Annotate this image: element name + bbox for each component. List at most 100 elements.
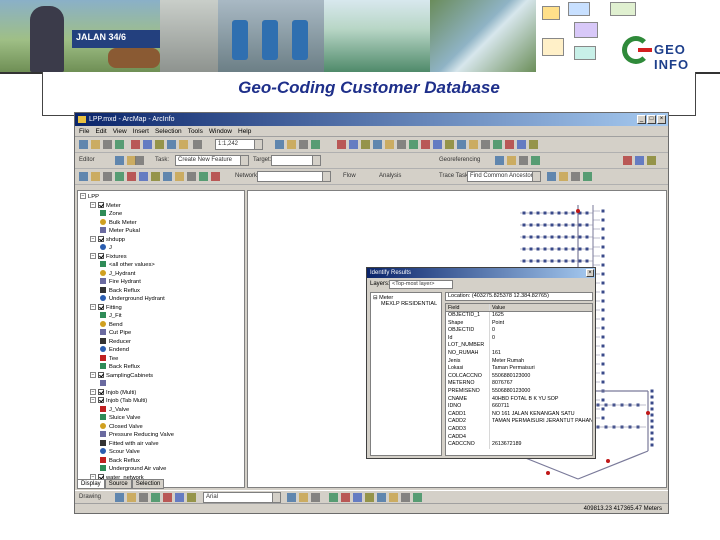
meter-point[interactable]: [585, 259, 589, 263]
editor-menu[interactable]: Editor: [79, 157, 95, 163]
meter-point[interactable]: [578, 247, 582, 251]
meter-point[interactable]: [601, 416, 605, 420]
legend-item[interactable]: Reducer: [100, 337, 131, 346]
tool-icon[interactable]: [163, 172, 172, 181]
meter-point[interactable]: [650, 431, 654, 435]
tool-icon[interactable]: [457, 140, 466, 149]
attribute-row[interactable]: COLCACCNO 5506880123000: [446, 372, 592, 381]
meter-point[interactable]: [601, 236, 605, 240]
meter-point[interactable]: [601, 254, 605, 258]
meter-point[interactable]: [601, 344, 605, 348]
valve-marker[interactable]: [576, 209, 580, 213]
meter-point[interactable]: [543, 223, 547, 227]
legend-item[interactable]: Scour Valve: [100, 448, 140, 456]
tool-icon[interactable]: [199, 172, 208, 181]
tool-icon[interactable]: [517, 140, 526, 149]
tool-icon[interactable]: [493, 140, 502, 149]
tool-icon[interactable]: [433, 140, 442, 149]
meter-point[interactable]: [571, 211, 575, 215]
meter-point[interactable]: [650, 419, 654, 423]
meter-point[interactable]: [601, 263, 605, 267]
meter-point[interactable]: [529, 247, 533, 251]
menu-item[interactable]: Help: [238, 126, 251, 136]
tool-icon[interactable]: [349, 140, 358, 149]
tool-icon[interactable]: [469, 140, 478, 149]
trace-task-combo[interactable]: Find Common Ancestors: [467, 171, 541, 182]
tool-icon[interactable]: [495, 156, 504, 165]
meter-point[interactable]: [543, 247, 547, 251]
tree-child-item[interactable]: MEXLP RESIDENTIAL: [373, 301, 439, 307]
menu-item[interactable]: Insert: [133, 126, 149, 136]
meter-point[interactable]: [650, 395, 654, 399]
map-view[interactable]: Identify Results × Layers: <Top-most lay…: [247, 190, 667, 488]
layer-checkbox[interactable]: [98, 235, 104, 242]
meter-point[interactable]: [601, 272, 605, 276]
legend-item[interactable]: J: [100, 244, 112, 252]
meter-point[interactable]: [650, 443, 654, 447]
identify-close-button[interactable]: ×: [586, 269, 594, 277]
meter-point[interactable]: [550, 235, 554, 239]
tool-icon[interactable]: [127, 172, 136, 181]
layer-checkbox[interactable]: [98, 371, 104, 378]
menu-item[interactable]: Tools: [188, 126, 203, 136]
meter-point[interactable]: [585, 235, 589, 239]
expand-icon[interactable]: −: [90, 252, 96, 259]
tool-icon[interactable]: [531, 156, 540, 165]
meter-point[interactable]: [529, 211, 533, 215]
meter-point[interactable]: [601, 335, 605, 339]
meter-point[interactable]: [601, 299, 605, 303]
valve-marker[interactable]: [646, 411, 650, 415]
legend-item[interactable]: Closed Valve: [100, 422, 143, 431]
tool-icon[interactable]: [175, 172, 184, 181]
tool-icon[interactable]: [401, 493, 410, 502]
layer-item[interactable]: − Injob (Multi): [90, 388, 136, 397]
attribute-row[interactable]: Jenis Meter Rumah: [446, 357, 592, 366]
minimize-button[interactable]: _: [637, 115, 646, 124]
tool-icon[interactable]: [361, 140, 370, 149]
valve-marker[interactable]: [606, 459, 610, 463]
meter-point[interactable]: [564, 247, 568, 251]
legend-item[interactable]: Fire Hydrant: [100, 278, 141, 286]
layer-item[interactable]: − Fitting: [90, 303, 122, 312]
tool-icon[interactable]: [131, 140, 140, 149]
meter-point[interactable]: [585, 247, 589, 251]
expand-icon[interactable]: −: [90, 371, 96, 378]
meter-point[interactable]: [601, 218, 605, 222]
meter-point[interactable]: [557, 247, 561, 251]
tool-icon[interactable]: [505, 140, 514, 149]
meter-point[interactable]: [536, 211, 540, 215]
attribute-row[interactable]: IDNO 660711: [446, 403, 592, 411]
attribute-row[interactable]: Shape Point: [446, 319, 592, 328]
tool-icon[interactable]: [287, 493, 296, 502]
attribute-row[interactable]: CADCCNO 2613672189: [446, 441, 592, 449]
attribute-row[interactable]: OBJECTID_1 1625: [446, 312, 592, 320]
tool-icon[interactable]: [623, 156, 632, 165]
meter-point[interactable]: [601, 362, 605, 366]
meter-point[interactable]: [522, 235, 526, 239]
tool-icon[interactable]: [445, 140, 454, 149]
attribute-row[interactable]: CADD2 TAMAN PERMAISURI JERANTUT PAHANG: [446, 418, 592, 426]
meter-point[interactable]: [601, 353, 605, 357]
meter-point[interactable]: [571, 223, 575, 227]
legend-item[interactable]: Sluice Valve: [100, 414, 140, 422]
tool-icon[interactable]: [421, 140, 430, 149]
meter-point[interactable]: [585, 211, 589, 215]
tool-icon[interactable]: [311, 140, 320, 149]
expand-icon[interactable]: −: [80, 193, 86, 200]
tool-icon[interactable]: [115, 140, 124, 149]
legend-item[interactable]: Back Reflux: [100, 456, 140, 465]
task-combo[interactable]: Create New Feature: [175, 155, 249, 166]
tool-icon[interactable]: [211, 172, 220, 181]
layer-checkbox[interactable]: [98, 303, 104, 310]
expand-icon[interactable]: −: [90, 303, 96, 310]
tool-icon[interactable]: [151, 493, 160, 502]
tool-icon[interactable]: [139, 493, 148, 502]
meter-point[interactable]: [578, 223, 582, 227]
attribute-row[interactable]: OBJECTID 0: [446, 327, 592, 335]
attribute-row[interactable]: Id 0: [446, 334, 592, 343]
font-combo[interactable]: Arial: [203, 492, 281, 503]
tool-icon[interactable]: [155, 140, 164, 149]
legend-item[interactable]: Zone: [100, 210, 122, 218]
tool-icon[interactable]: [287, 140, 296, 149]
tool-icon[interactable]: [79, 172, 88, 181]
